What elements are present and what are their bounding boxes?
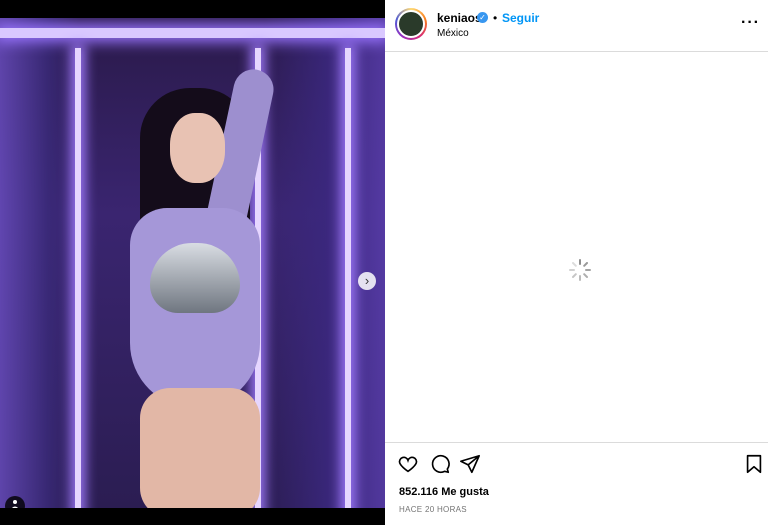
subject-face [170,113,225,183]
chevron-right-icon[interactable]: › [358,272,376,290]
neon-glow-right [265,18,385,508]
action-bar [385,442,768,484]
heart-icon[interactable] [397,453,419,475]
likes-count[interactable]: 852.116 Me gusta [399,486,489,498]
post-timestamp[interactable]: HACE 20 HORAS [399,505,467,514]
verified-badge-icon: ✓ [477,12,488,23]
neon-tube [345,48,351,508]
comments-area [385,52,768,442]
separator-dot: • [493,11,498,25]
neon-bar-top [0,28,385,38]
avatar[interactable] [395,8,427,40]
subject-metal-top [150,243,240,313]
more-options-icon[interactable]: ··· [741,14,760,32]
spinner-icon [569,259,591,281]
subject-legs [140,388,260,508]
username-link[interactable]: keniaos [437,11,482,25]
photo-subject [110,58,280,508]
location-link[interactable]: México [437,28,469,39]
comment-icon[interactable] [429,453,451,475]
post-header: keniaos ✓ • Seguir México ··· [385,0,768,52]
bookmark-icon[interactable] [743,453,765,475]
post-media[interactable]: › [0,18,385,508]
paper-plane-icon[interactable] [459,453,481,475]
post-sidebar: keniaos ✓ • Seguir México ··· 852.116 Me… [385,0,768,525]
neon-glow-left [0,18,80,508]
follow-button[interactable]: Seguir [502,11,539,25]
neon-tube [75,48,81,508]
